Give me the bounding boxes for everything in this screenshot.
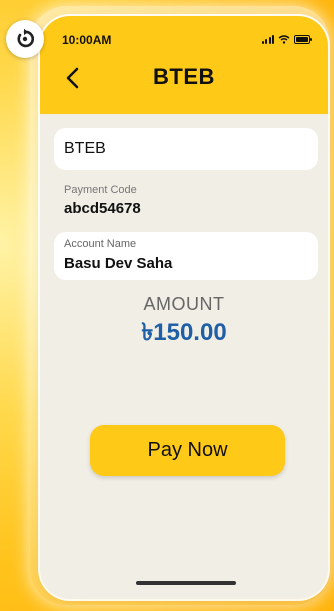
- account-name-label: Account Name: [64, 238, 137, 250]
- refresh-icon: [17, 28, 35, 48]
- page-title: BTEB: [153, 64, 215, 89]
- status-icons: [261, 34, 312, 44]
- payment-code-label: Payment Code: [64, 184, 137, 196]
- account-name-field[interactable]: Account Name Basu Dev Saha: [54, 232, 318, 280]
- amount-value: ৳150.00: [141, 319, 227, 346]
- wifi-icon: [278, 34, 290, 44]
- phone-screen: 10:00AM BTEB BTEB Payment Code abcd54678…: [40, 16, 328, 599]
- account-name-value: Basu Dev Saha: [64, 255, 173, 272]
- payment-code-value: abcd54678: [64, 200, 141, 217]
- app-header: 10:00AM BTEB: [40, 16, 328, 114]
- biller-value: BTEB: [64, 140, 106, 157]
- pay-now-button[interactable]: Pay Now: [90, 425, 285, 476]
- battery-icon: [294, 34, 312, 44]
- status-time: 10:00AM: [62, 33, 112, 47]
- home-indicator[interactable]: [136, 581, 236, 585]
- biller-field[interactable]: BTEB: [54, 128, 318, 170]
- refresh-button[interactable]: [6, 20, 44, 58]
- signal-icon: [261, 34, 274, 44]
- amount-label: AMOUNT: [143, 294, 225, 314]
